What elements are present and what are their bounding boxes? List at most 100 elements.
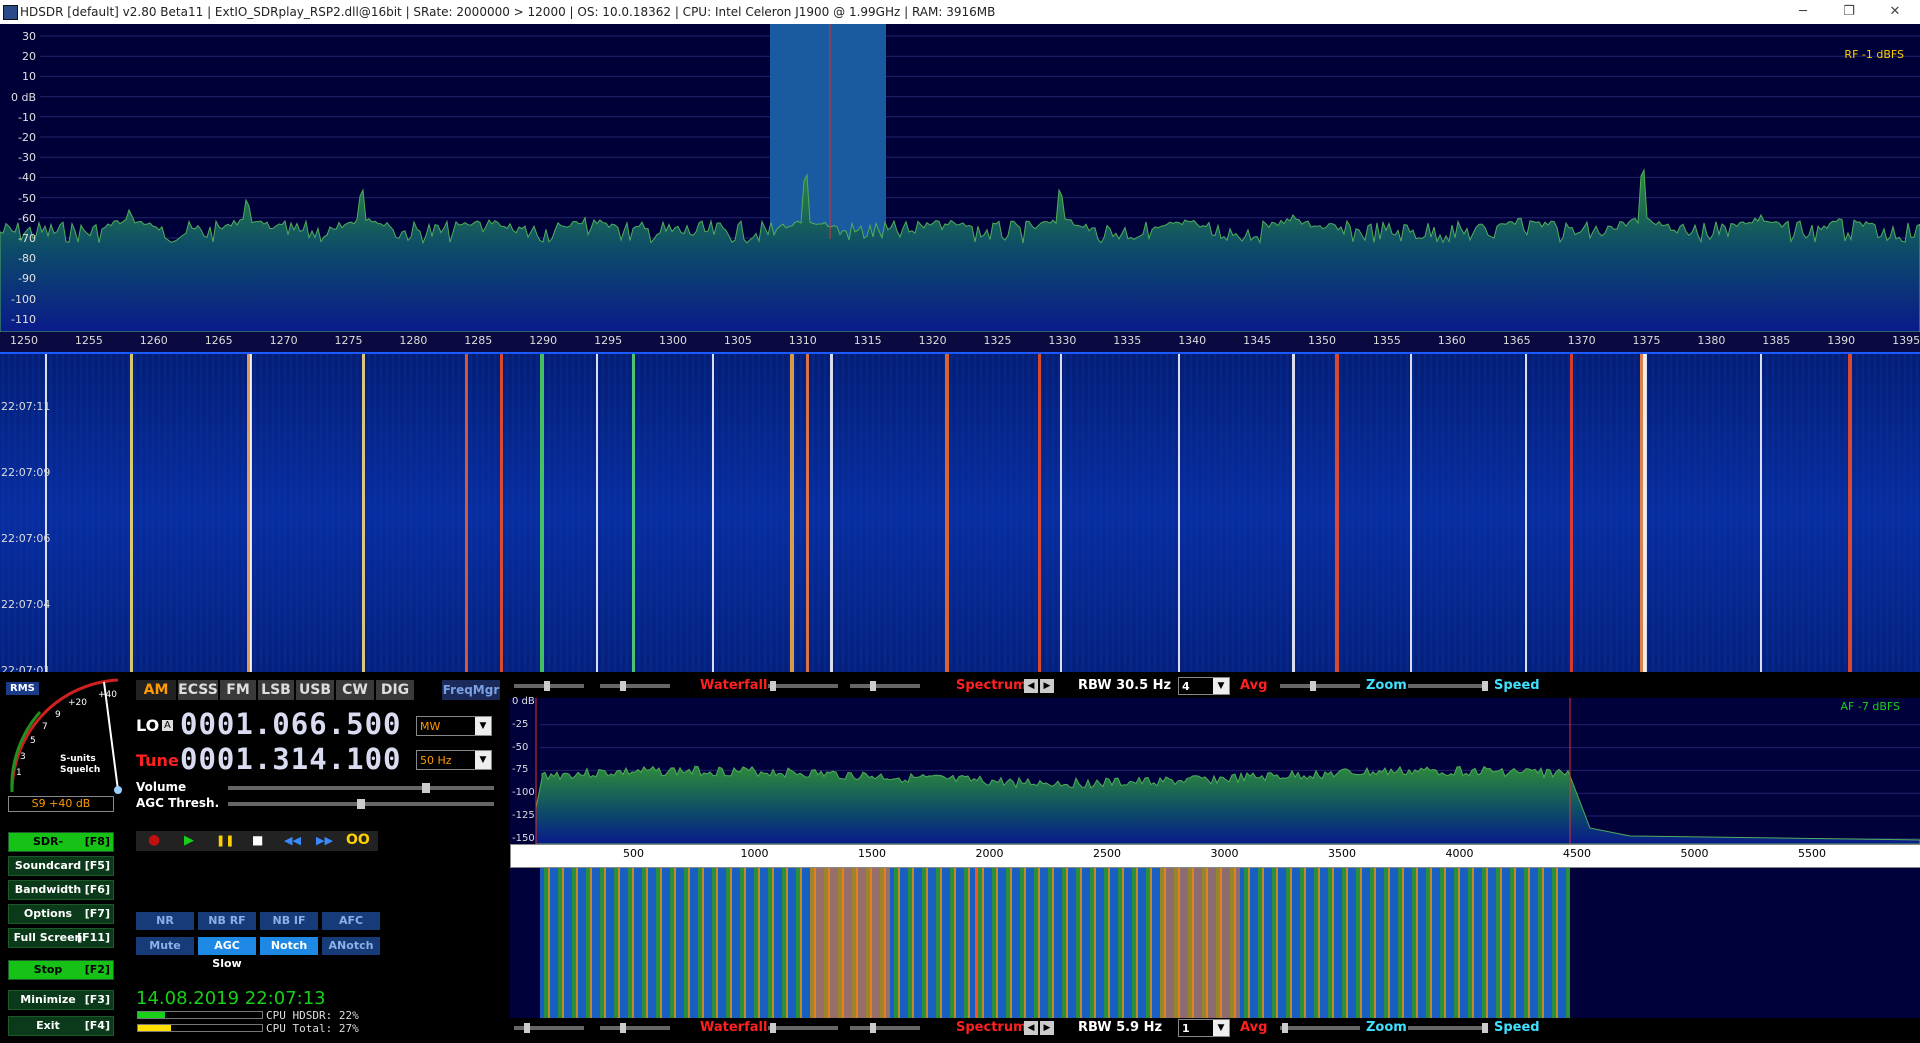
mode-button-am[interactable]: AM bbox=[136, 680, 176, 700]
af-rbw-down-button[interactable]: ◀ bbox=[1024, 1021, 1038, 1035]
dsp-button-mute[interactable]: Mute bbox=[136, 937, 194, 955]
lo-frequency[interactable]: 0001.066.500 bbox=[180, 707, 402, 741]
dsp-button-anotch[interactable]: ANotch bbox=[322, 937, 380, 955]
af-slider-4[interactable] bbox=[850, 1023, 920, 1033]
rf-db-label: -110 bbox=[11, 312, 36, 326]
af-frequency-axis[interactable]: 500 1000 1500 2000 2500 3000 3500 4000 4500 5000 5… bbox=[510, 844, 1920, 868]
function-button-exit[interactable]: Exit [F4] bbox=[8, 1016, 114, 1036]
rbw-up-button[interactable]: ▶ bbox=[1040, 679, 1054, 693]
af-db-label: -50 bbox=[512, 741, 529, 753]
waterfall-signal-trace bbox=[1335, 354, 1339, 672]
volume-slider-knob[interactable] bbox=[421, 783, 430, 793]
rf-spectrum-label: Spectrum bbox=[956, 678, 1027, 693]
rf-speed-slider[interactable] bbox=[1408, 681, 1488, 691]
dsp-button-nb-if[interactable]: NB IF bbox=[260, 912, 318, 930]
mode-button-dig[interactable]: DIG bbox=[376, 680, 414, 700]
af-speed-slider[interactable] bbox=[1408, 1023, 1488, 1033]
function-button-bandwidth[interactable]: Bandwidth [F6] bbox=[8, 880, 114, 900]
function-button-stop[interactable]: Stop [F2] bbox=[8, 960, 114, 980]
af-spectrum[interactable]: 0 dB -25 -50 -75 -100 -125 -150 AF -7 dBFS bbox=[510, 696, 1920, 845]
function-button-soundcard[interactable]: Soundcard [F5] bbox=[8, 856, 114, 876]
minimize-button[interactable]: ─ bbox=[1780, 0, 1826, 24]
mode-button-usb[interactable]: USB bbox=[296, 680, 334, 700]
rf-spectrum-trace bbox=[0, 168, 1920, 332]
function-button-options[interactable]: Options [F7] bbox=[8, 904, 114, 924]
dsp-button-notch[interactable]: Notch bbox=[260, 937, 318, 955]
rbw-down-button[interactable]: ◀ bbox=[1024, 679, 1038, 693]
function-button-full-screen[interactable]: Full Screen [F11] bbox=[8, 928, 114, 948]
pause-button[interactable]: ❚❚ bbox=[216, 834, 234, 847]
waterfall-signal-trace bbox=[250, 354, 252, 672]
af-avg-label: Avg bbox=[1240, 1020, 1268, 1035]
af-rbw-label: RBW 5.9 Hz bbox=[1078, 1020, 1163, 1035]
tune-step-select[interactable]: 50 Hz ▼ bbox=[416, 750, 492, 770]
rf-freq-label: 1370 bbox=[1567, 334, 1596, 347]
play-button[interactable]: ▶ bbox=[184, 833, 194, 848]
rf-slider-2[interactable] bbox=[600, 681, 670, 691]
dsp-button-agc-slow[interactable]: AGC Slow bbox=[198, 937, 256, 970]
band-select[interactable]: MW ▼ bbox=[416, 716, 492, 736]
waterfall-signal-trace bbox=[1525, 354, 1527, 672]
function-button-minimize[interactable]: Minimize [F3] bbox=[8, 990, 114, 1010]
cpu-total-fill bbox=[138, 1025, 172, 1031]
rf-freq-label: 1330 bbox=[1048, 334, 1077, 347]
af-waterfall-label: Waterfall bbox=[700, 1020, 768, 1035]
rf-avg-select[interactable]: 4 ▼ bbox=[1178, 677, 1230, 695]
af-spectrum-plot[interactable] bbox=[510, 698, 1920, 845]
function-button-label: Exit bbox=[36, 1019, 60, 1032]
mode-button-lsb[interactable]: LSB bbox=[258, 680, 294, 700]
record-button[interactable]: ● bbox=[148, 832, 160, 848]
mode-button-cw[interactable]: CW bbox=[336, 680, 374, 700]
cpu-total-text: CPU Total: 27% bbox=[266, 1022, 359, 1035]
af-rbw-up-button[interactable]: ▶ bbox=[1040, 1021, 1054, 1035]
function-button-label: Soundcard bbox=[14, 859, 82, 872]
rewind-button[interactable]: ◀◀ bbox=[284, 834, 301, 847]
lo-vfo-a[interactable]: A bbox=[162, 720, 173, 731]
dsp-button-nr[interactable]: NR bbox=[136, 912, 194, 930]
agc-thresh-slider[interactable] bbox=[228, 799, 494, 809]
mode-button-fm[interactable]: FM bbox=[220, 680, 256, 700]
volume-slider[interactable] bbox=[228, 783, 494, 793]
loop-button[interactable]: OO bbox=[346, 832, 370, 848]
rf-spectrum-plot[interactable] bbox=[0, 24, 1920, 332]
filter-passband[interactable] bbox=[770, 24, 886, 239]
agc-thresh-slider-knob[interactable] bbox=[357, 799, 365, 809]
rf-freq-label: 1300 bbox=[659, 334, 687, 347]
freqmgr-button[interactable]: FreqMgr bbox=[442, 680, 500, 700]
forward-button[interactable]: ▶▶ bbox=[316, 834, 333, 847]
af-waterfall[interactable] bbox=[510, 868, 1920, 1018]
rf-slider-1[interactable] bbox=[514, 681, 584, 691]
restore-button[interactable]: ❐ bbox=[1826, 0, 1872, 24]
rf-waterfall[interactable]: 22:07:11 22:07:09 22:07:06 22:07:04 22:07:01 bbox=[0, 354, 1920, 672]
rf-zoom-slider[interactable] bbox=[1280, 681, 1360, 691]
waterfall-timestamp: 22:07:06 bbox=[1, 532, 51, 545]
af-slider-2[interactable] bbox=[600, 1023, 670, 1033]
waterfall-signal-trace bbox=[830, 354, 833, 672]
close-button[interactable]: ✕ bbox=[1872, 0, 1918, 24]
rf-freq-label: 1360 bbox=[1437, 334, 1466, 347]
af-slider-3[interactable] bbox=[768, 1023, 838, 1033]
stop-button[interactable]: ■ bbox=[252, 833, 263, 847]
tune-frequency[interactable]: 0001.314.100 bbox=[180, 742, 402, 776]
dsp-button-nb-rf[interactable]: NB RF bbox=[198, 912, 256, 930]
chevron-down-icon: ▼ bbox=[1213, 678, 1229, 694]
mode-button-ecss[interactable]: ECSS bbox=[178, 680, 218, 700]
cpu-total-bar bbox=[137, 1024, 263, 1032]
rf-spectrum[interactable]: 30 20 10 0 dB -10 -20 -30 -40 -50 -60 -70 -80 -90 -10… bbox=[0, 24, 1920, 332]
af-db-label: -25 bbox=[512, 718, 529, 730]
af-freq-label: 4500 bbox=[1563, 847, 1591, 860]
rf-freq-label: 1375 bbox=[1632, 334, 1661, 347]
rf-slider-3[interactable] bbox=[768, 681, 838, 691]
function-button-sdr-device[interactable]: SDR-Device[F8] bbox=[8, 832, 114, 866]
rf-slider-4[interactable] bbox=[850, 681, 920, 691]
waterfall-signal-trace bbox=[1178, 354, 1180, 672]
waterfall-signal-trace bbox=[632, 354, 635, 672]
dsp-button-afc[interactable]: AFC bbox=[322, 912, 380, 930]
rf-db-label: 10 bbox=[22, 70, 36, 84]
rf-frequency-axis[interactable]: 1250 1255 1260 1265 1270 1275 1280 1285 1290 1295… bbox=[0, 332, 1920, 354]
af-zoom-slider[interactable] bbox=[1280, 1023, 1360, 1033]
waterfall-signal-trace bbox=[1292, 354, 1295, 672]
tune-step-value: 50 Hz bbox=[420, 754, 452, 767]
af-slider-1[interactable] bbox=[514, 1023, 584, 1033]
af-avg-select[interactable]: 1 ▼ bbox=[1178, 1019, 1230, 1037]
